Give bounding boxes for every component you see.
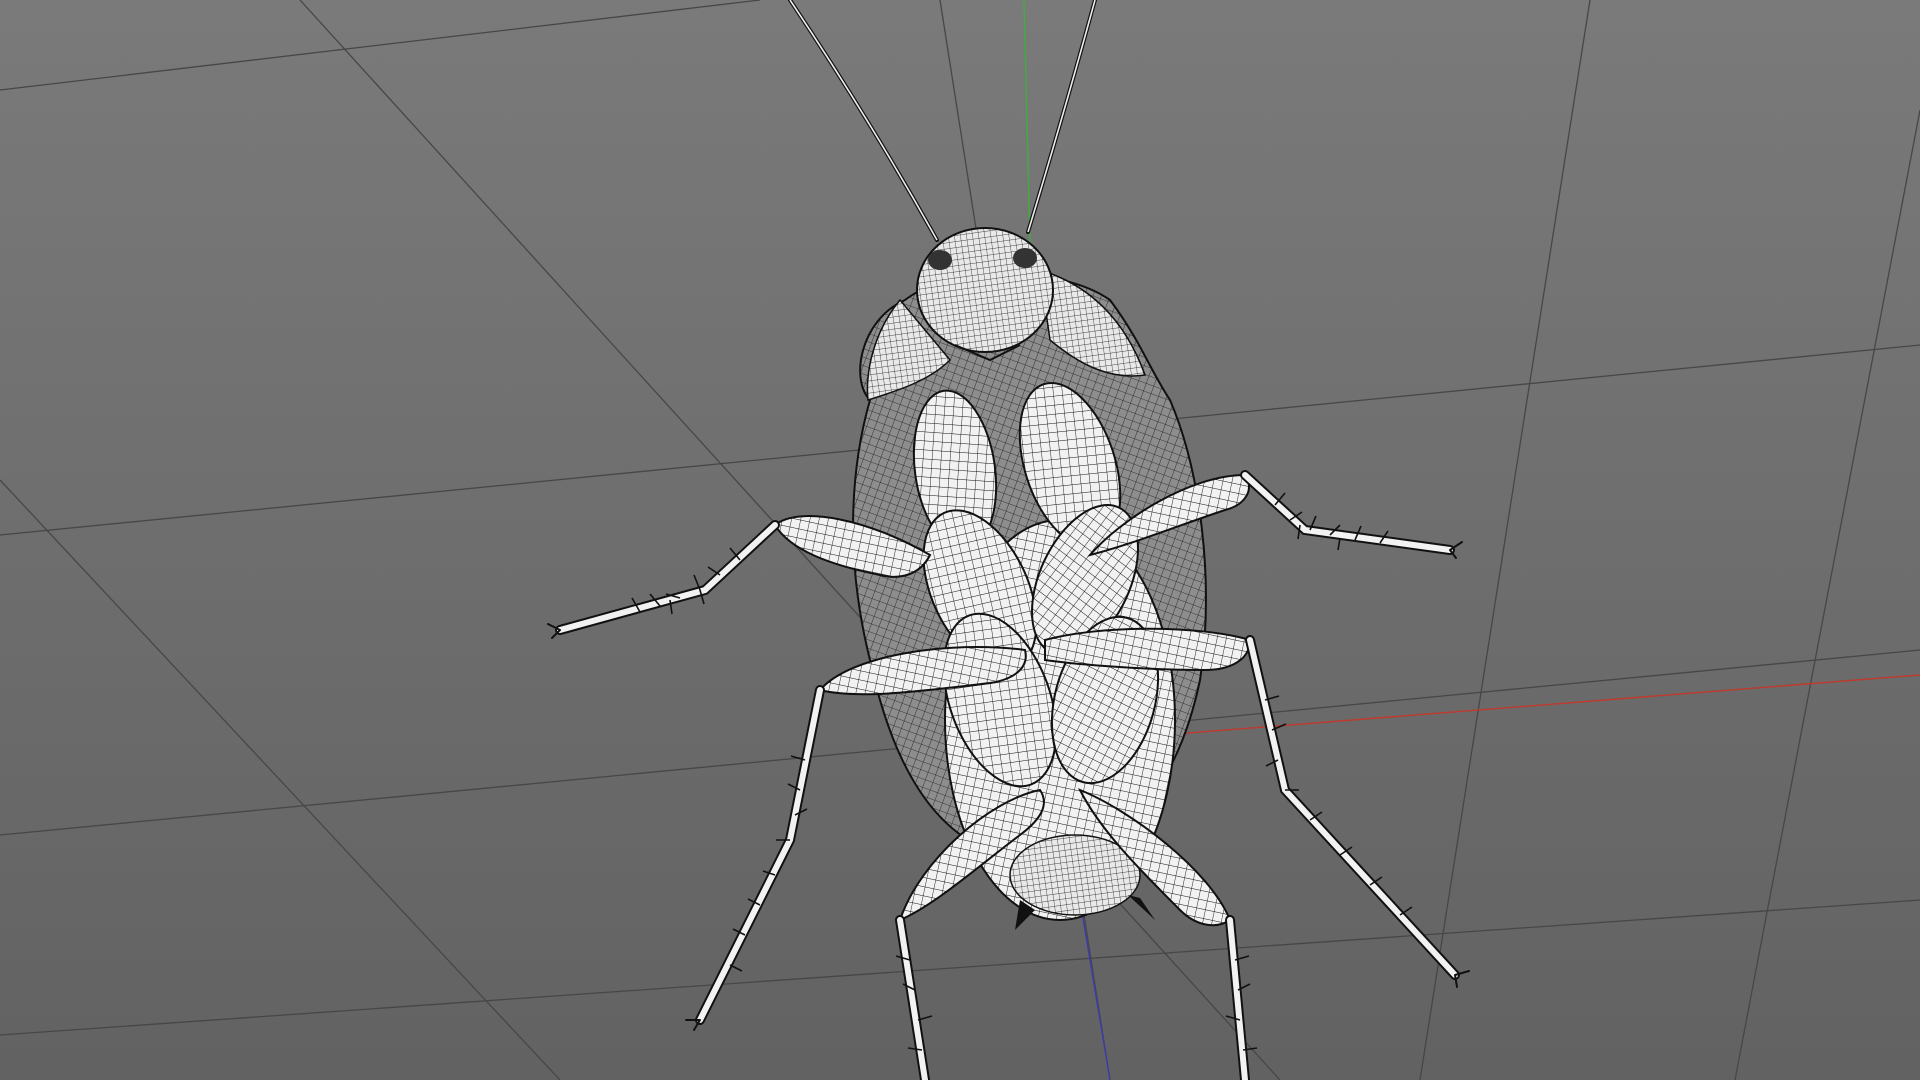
head [916, 227, 1054, 353]
viewport-3d[interactable] [0, 0, 1920, 1080]
mid-femur-right [1044, 627, 1252, 672]
viewport-canvas[interactable] [0, 0, 1920, 1080]
